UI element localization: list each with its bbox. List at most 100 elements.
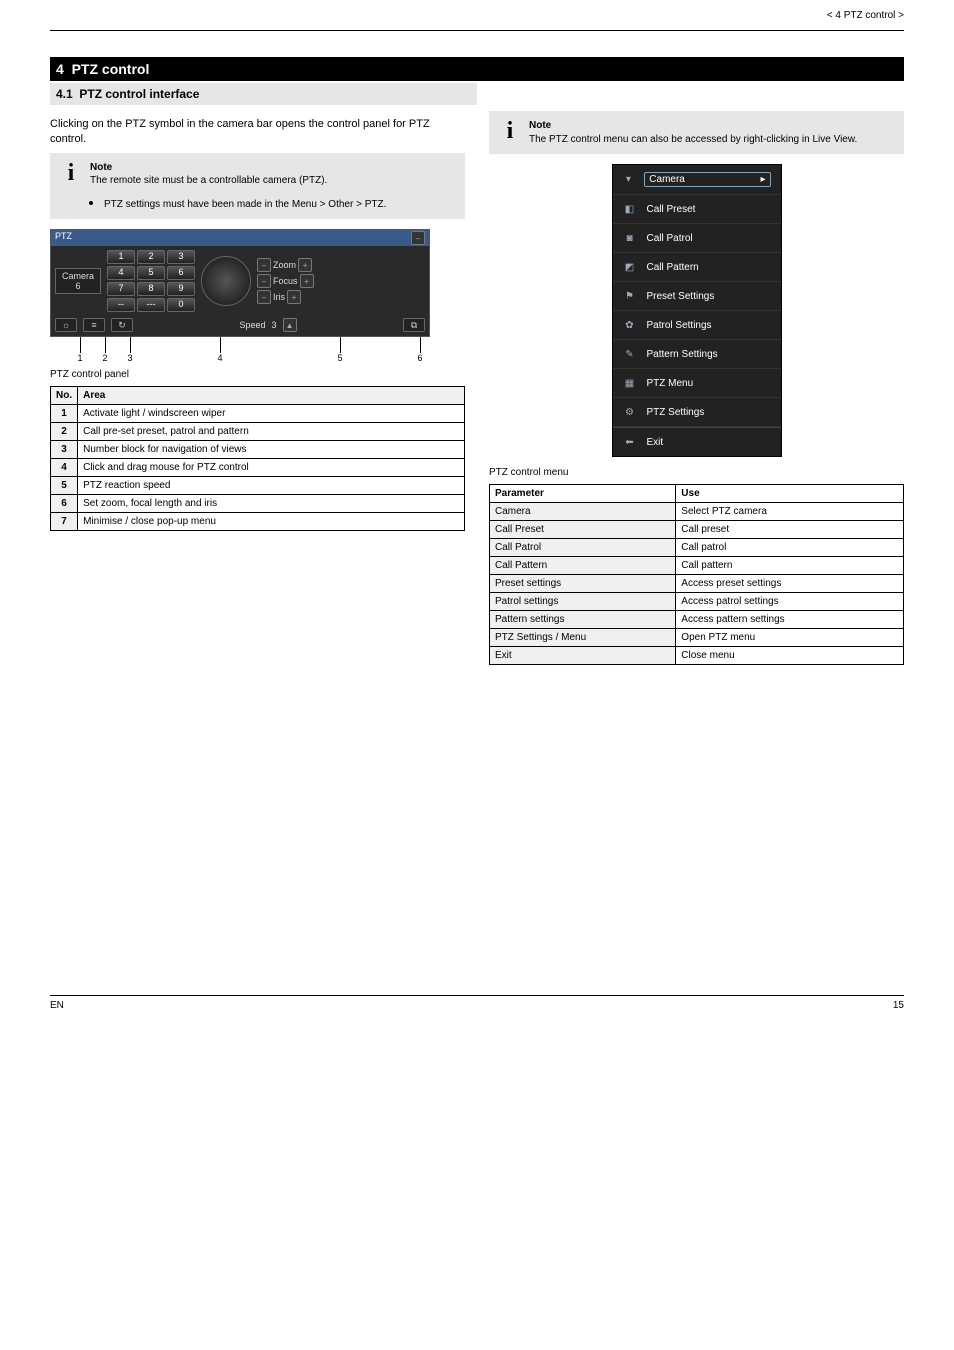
grid-icon: ▦ [623, 376, 637, 390]
ptz-panel-figure: PTZ – Camera 6 1 [50, 229, 465, 363]
chapter-number: 4 [56, 61, 64, 77]
callout-legend-table: No. Area 1Activate light / windscreen wi… [50, 386, 465, 531]
header-right: < 4 PTZ control > [827, 10, 904, 21]
legend-header-area: Area [78, 387, 465, 405]
zoom-in-icon[interactable]: + [298, 258, 312, 272]
footer-page-number: 15 [893, 1000, 904, 1011]
wiper-icon[interactable]: ≡ [83, 318, 105, 332]
menu-cell-param: PTZ Settings / Menu [490, 629, 676, 647]
numkey-5[interactable]: 5 [137, 266, 165, 280]
ctx-item-exit[interactable]: ⬅ Exit [613, 428, 781, 456]
menu-cell-param: Patrol settings [490, 593, 676, 611]
menu-cell-use: Close menu [676, 647, 904, 665]
focus-out-icon[interactable]: – [257, 274, 271, 288]
pen-icon: ✎ [623, 347, 637, 361]
ctx-label: Patrol Settings [647, 320, 712, 331]
menu-cell-param: Call Preset [490, 521, 676, 539]
aux-icon[interactable]: ↻ [111, 318, 133, 332]
legend-no: 3 [51, 441, 78, 459]
zoom-label: Zoom [273, 260, 296, 270]
menu-cell-use: Select PTZ camera [676, 503, 904, 521]
light-icon[interactable]: ☼ [55, 318, 77, 332]
section-title: PTZ control interface [79, 87, 199, 101]
ctx-label: PTZ Settings [647, 407, 705, 418]
numkey-1[interactable]: 1 [107, 250, 135, 264]
legend-no: 7 [51, 513, 78, 531]
restore-icon[interactable]: ⧉ [403, 318, 425, 332]
iris-open-icon[interactable]: + [287, 290, 301, 304]
legend-no: 1 [51, 405, 78, 423]
back-arrow-icon: ⬅ [623, 435, 637, 449]
ctx-label: Call Pattern [647, 262, 699, 273]
ctx-item-ptz-menu[interactable]: ▦ PTZ Menu [613, 369, 781, 398]
numkey-8[interactable]: 8 [137, 282, 165, 296]
zoom-out-icon[interactable]: – [257, 258, 271, 272]
menu-cell-param: Pattern settings [490, 611, 676, 629]
ptz-window-title: PTZ [55, 231, 72, 245]
info-icon: i [499, 119, 521, 146]
footer-lang: EN [50, 1000, 64, 1011]
speed-label: Speed [239, 320, 265, 330]
numkey-6[interactable]: 6 [167, 266, 195, 280]
intro-paragraph: Clicking on the PTZ symbol in the camera… [50, 117, 465, 147]
legend-no: 2 [51, 423, 78, 441]
numkey-0[interactable]: 0 [167, 298, 195, 312]
note-bullet: PTZ settings must have been made in the … [104, 192, 386, 212]
numkey-7[interactable]: 7 [107, 282, 135, 296]
note-box-left: i Note The remote site must be a control… [50, 153, 465, 220]
numkey-9[interactable]: 9 [167, 282, 195, 296]
menu-cell-use: Access preset settings [676, 575, 904, 593]
ctx-item-call-pattern[interactable]: ◩ Call Pattern [613, 253, 781, 282]
ctx-item-ptz-settings[interactable]: ⚙ PTZ Settings [613, 398, 781, 427]
numkey-2[interactable]: 2 [137, 250, 165, 264]
focus-in-icon[interactable]: + [300, 274, 314, 288]
top-rule [50, 30, 904, 31]
number-pad[interactable]: 1 2 3 4 5 6 7 8 9 -- --- 0 [107, 250, 195, 312]
section-heading: 4.1 PTZ control interface [50, 83, 477, 105]
ctx-label: Camera [649, 174, 685, 185]
chevron-right-icon: ▸ [760, 174, 765, 185]
menu-header-param: Parameter [490, 485, 676, 503]
right-column: i Note The PTZ control menu can also be … [489, 111, 904, 665]
numkey-dash[interactable]: -- [107, 298, 135, 312]
numkey-3[interactable]: 3 [167, 250, 195, 264]
speed-stepper[interactable]: ▲ [283, 318, 297, 332]
chapter-heading: 4 PTZ control [50, 57, 904, 81]
ctx-item-pattern-settings[interactable]: ✎ Pattern Settings [613, 340, 781, 369]
focus-label: Focus [273, 276, 298, 286]
numkey-4[interactable]: 4 [107, 266, 135, 280]
menu-header-use: Use [676, 485, 904, 503]
menu-cell-use: Call patrol [676, 539, 904, 557]
info-icon: i [60, 161, 82, 212]
note-heading: Note [529, 120, 551, 131]
note-body: The PTZ control menu can also be accesse… [529, 134, 857, 145]
ctx-item-camera[interactable]: ▾ Camera ▸ [613, 165, 781, 195]
camera-number: 6 [62, 281, 94, 291]
pattern-icon: ◩ [623, 260, 637, 274]
ctx-item-patrol-settings[interactable]: ✿ Patrol Settings [613, 311, 781, 340]
ctx-item-preset-settings[interactable]: ⚑ Preset Settings [613, 282, 781, 311]
iris-close-icon[interactable]: – [257, 290, 271, 304]
legend-area: PTZ reaction speed [78, 477, 465, 495]
ctx-item-call-preset[interactable]: ◧ Call Preset [613, 195, 781, 224]
camera-menu-icon: ▾ [623, 173, 635, 187]
sliders-icon: ⚙ [623, 405, 637, 419]
section-number: 4.1 [56, 87, 73, 101]
legend-area: Activate light / windscreen wiper [78, 405, 465, 423]
legend-area: Click and drag mouse for PTZ control [78, 459, 465, 477]
minimize-icon[interactable]: – [411, 231, 425, 245]
ctx-item-call-patrol[interactable]: ◙ Call Patrol [613, 224, 781, 253]
legend-no: 6 [51, 495, 78, 513]
menu-cell-param: Exit [490, 647, 676, 665]
ctx-label: Call Preset [647, 204, 696, 215]
legend-area: Number block for navigation of views [78, 441, 465, 459]
ctx-label: Call Patrol [647, 233, 693, 244]
legend-area: Set zoom, focal length and iris [78, 495, 465, 513]
legend-no: 5 [51, 477, 78, 495]
legend-area: Call pre-set preset, patrol and pattern [78, 423, 465, 441]
chapter-title: PTZ control [72, 61, 150, 77]
figure-caption-left: PTZ control panel [50, 369, 465, 380]
numkey-ddash[interactable]: --- [137, 298, 165, 312]
direction-pad[interactable] [201, 256, 251, 306]
note-heading: Note [90, 162, 112, 173]
